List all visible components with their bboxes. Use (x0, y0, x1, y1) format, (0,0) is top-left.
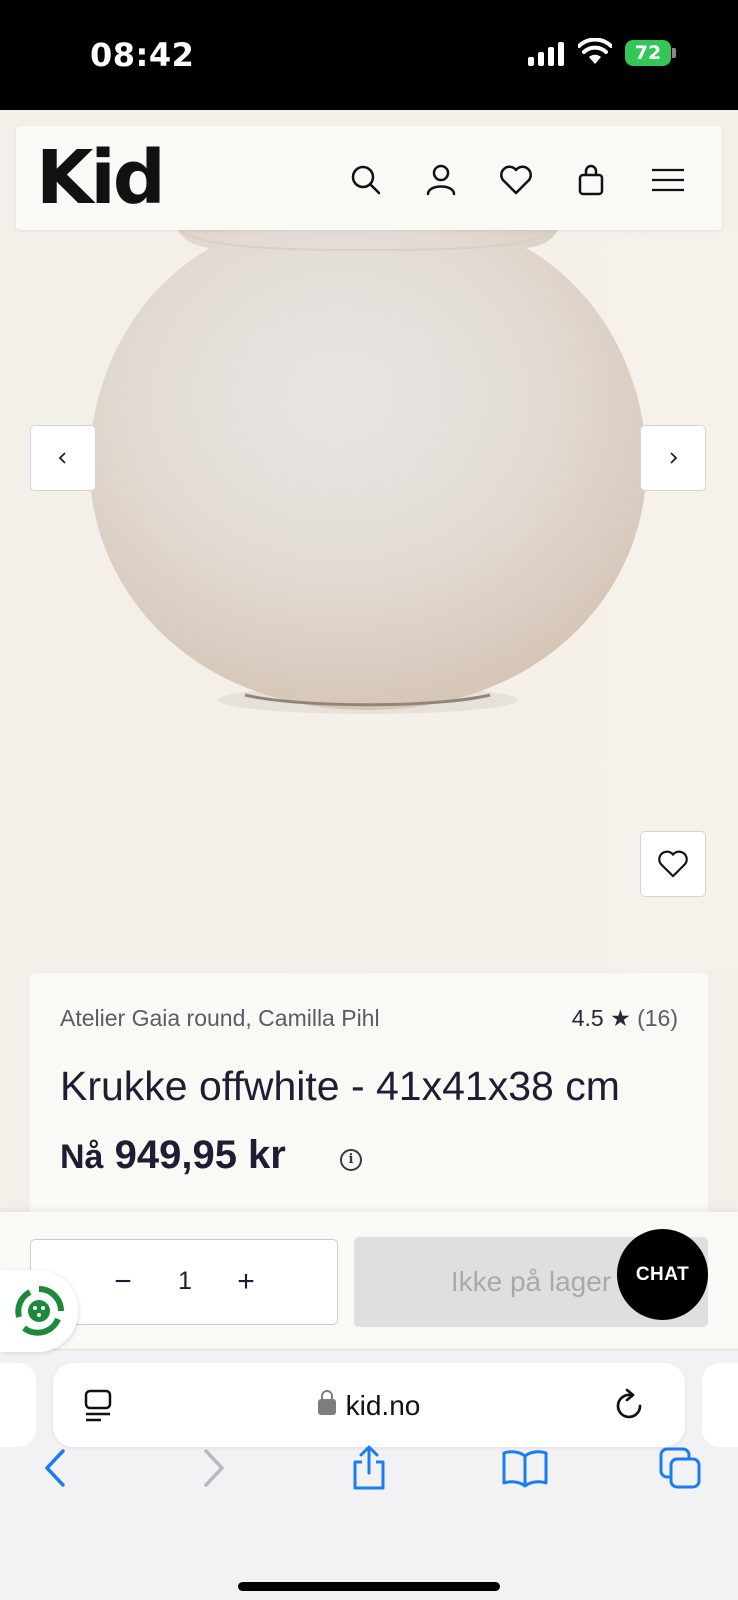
reload-icon[interactable] (613, 1387, 647, 1423)
quantity-value[interactable]: 1 (31, 1267, 339, 1296)
tabs-button[interactable] (655, 1443, 705, 1493)
add-to-favorites-button[interactable] (640, 831, 706, 897)
recycle-icon (15, 1286, 64, 1336)
home-indicator (238, 1582, 500, 1591)
price-prefix: Nå (60, 1138, 104, 1176)
back-arrow-icon (45, 1449, 65, 1487)
gallery-prev-button[interactable] (30, 425, 96, 491)
previous-tab-peek[interactable] (0, 1363, 36, 1447)
battery-level: 72 (625, 40, 671, 66)
url-text: kid.no (53, 1390, 685, 1422)
chevron-left-icon (58, 452, 66, 464)
forward-arrow-icon (204, 1449, 224, 1487)
share-icon (353, 1445, 385, 1490)
rating-value: 4.5 ★ (571, 1005, 631, 1031)
product-image (0, 230, 738, 970)
quantity-increase-button[interactable]: + (226, 1262, 266, 1302)
url-domain: kid.no (345, 1390, 421, 1421)
status-time: 08:42 (90, 36, 195, 74)
chat-button[interactable]: CHAT (617, 1229, 708, 1320)
kid-logo[interactable]: Kid (36, 140, 166, 216)
browser-toolbar: kid.no (0, 1351, 738, 1600)
menu-hamburger-icon[interactable] (648, 160, 688, 200)
lock-icon (317, 1390, 336, 1415)
heart-icon (658, 850, 688, 878)
review-count: (16) (637, 1005, 678, 1031)
product-title: Krukke offwhite - 41x41x38 cm (60, 1063, 620, 1109)
product-brand[interactable]: Atelier Gaia round, Camilla Pihl (60, 1005, 380, 1032)
chevron-right-icon (670, 452, 678, 464)
wifi-icon (578, 38, 612, 64)
shopping-bag-icon[interactable] (571, 160, 611, 200)
next-tab-peek[interactable] (702, 1363, 738, 1447)
bookmarks-button[interactable] (500, 1443, 550, 1493)
account-icon[interactable] (421, 160, 461, 200)
battery-icon: 72 (625, 40, 676, 66)
address-bar[interactable]: kid.no (53, 1363, 685, 1447)
search-icon[interactable] (346, 160, 386, 200)
tabs-icon (659, 1447, 701, 1489)
wishlist-heart-icon[interactable] (496, 160, 536, 200)
browser-forward-button[interactable] (189, 1443, 239, 1493)
share-button[interactable] (344, 1443, 394, 1493)
product-price: Nå 949,95 kr (60, 1133, 286, 1178)
gallery-next-button[interactable] (640, 425, 706, 491)
price-value: 949,95 kr (114, 1133, 286, 1177)
book-icon (502, 1450, 548, 1488)
cellular-signal-icon (528, 40, 564, 66)
site-header: Kid (16, 126, 722, 230)
product-rating[interactable]: 4.5 ★ (16) (572, 1005, 678, 1032)
recycle-badge[interactable] (0, 1270, 78, 1352)
product-image-gallery[interactable] (0, 230, 738, 970)
price-info-icon[interactable]: i (340, 1149, 362, 1171)
status-bar: 08:42 72 (0, 0, 738, 110)
browser-back-button[interactable] (30, 1443, 80, 1493)
product-info-card: Atelier Gaia round, Camilla Pihl 4.5 ★ (… (30, 973, 708, 1223)
